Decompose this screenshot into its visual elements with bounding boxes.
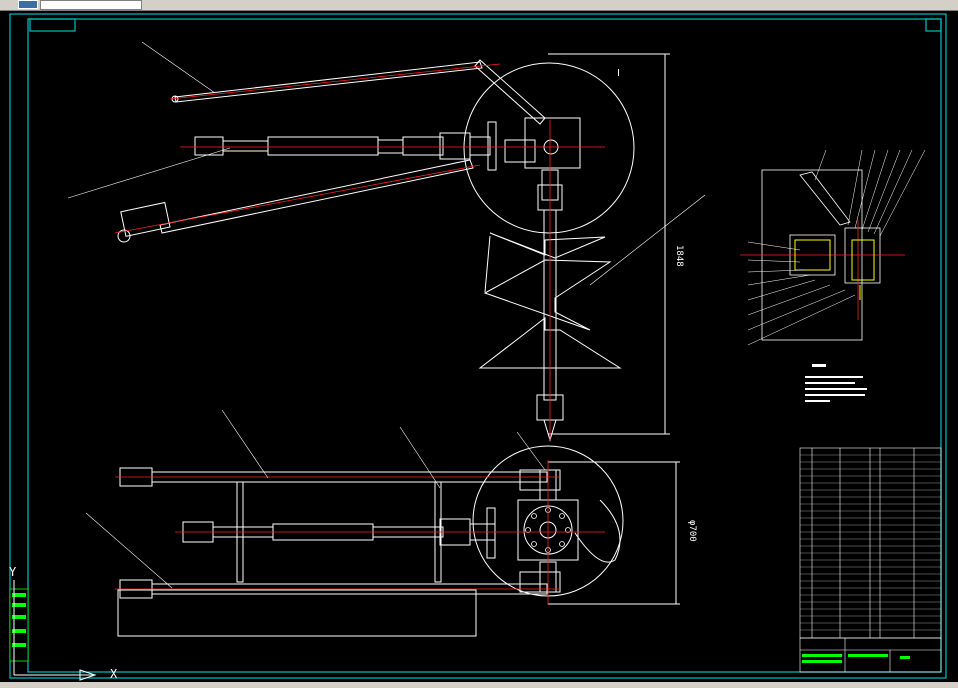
bill-of-materials-rows (800, 454, 941, 631)
section-label: I (617, 68, 620, 79)
dimension-diameter: φ700 (687, 520, 697, 542)
technical-notes (805, 364, 867, 402)
left-toolbar[interactable] (9, 588, 29, 662)
cad-drawing-canvas[interactable]: 1848 I φ700 (0, 11, 958, 682)
detail-leaders (747, 149, 926, 346)
ucs-x-label: X (110, 667, 118, 681)
top-view-centerlines (114, 63, 605, 440)
window-title-bar (0, 0, 958, 11)
plan-view-assembly (117, 445, 680, 637)
title-block-fill (802, 654, 910, 663)
ucs-y-label: Y (9, 565, 17, 579)
window-tab[interactable] (40, 0, 142, 10)
detail-view (740, 169, 905, 341)
horizontal-scrollbar[interactable] (0, 682, 958, 688)
top-view-assembly (117, 53, 670, 442)
drawing-frame (9, 13, 947, 679)
window-tab-icon[interactable] (18, 0, 38, 9)
dimension-height: 1848 (674, 245, 684, 267)
bill-of-materials (799, 447, 942, 639)
